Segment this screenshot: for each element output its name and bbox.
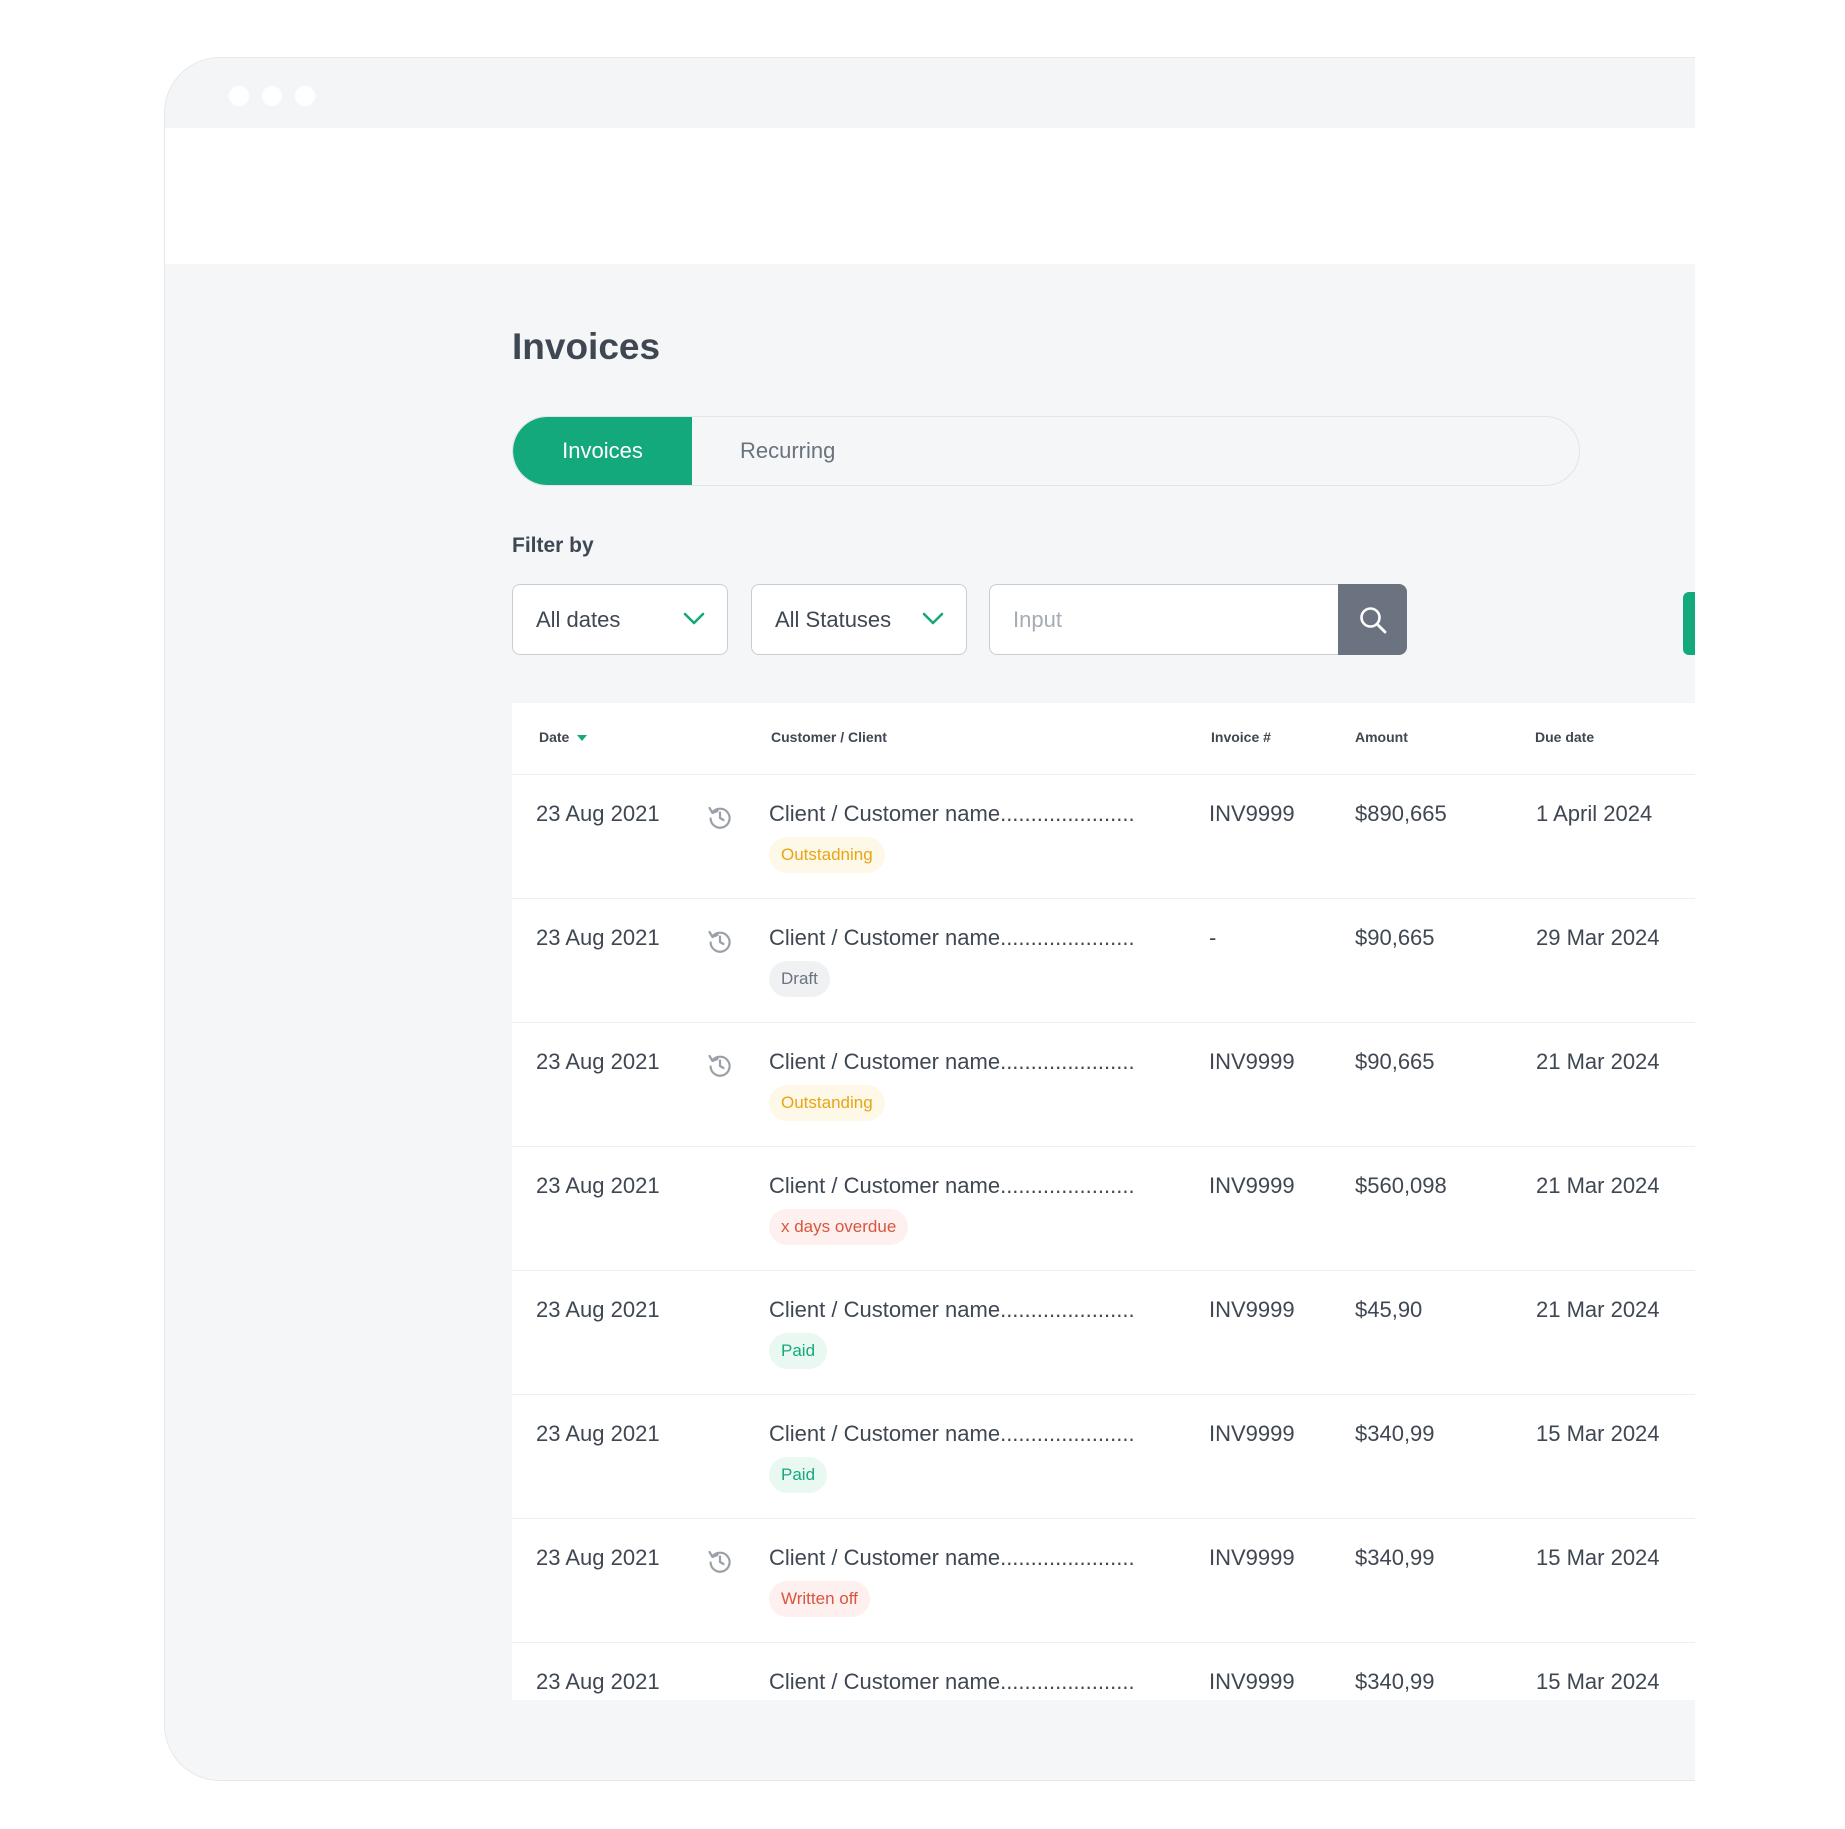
window-dot-icon[interactable]: [295, 86, 315, 106]
dates-dropdown-value: All dates: [536, 606, 621, 632]
row-client[interactable]: Client / Customer name..................…: [769, 1173, 1135, 1199]
history-icon[interactable]: [706, 803, 734, 831]
row-due-date: 1 April 2024: [1536, 801, 1653, 826]
row-invoice-number: INV9999: [1209, 1669, 1295, 1694]
search-input[interactable]: [989, 584, 1339, 655]
column-header-label: Date: [539, 729, 570, 745]
row-amount: $560,098: [1355, 1173, 1447, 1198]
row-amount: $340,99: [1355, 1669, 1435, 1694]
row-invoice-number: INV9999: [1209, 1545, 1295, 1570]
row-date: 23 Aug 2021: [536, 1173, 660, 1198]
row-date: 23 Aug 2021: [536, 1669, 660, 1694]
tab-recurring[interactable]: Recurring: [740, 417, 835, 485]
column-header-due-date[interactable]: Due date: [1535, 729, 1594, 745]
status-badge: Outstanding: [769, 1085, 885, 1121]
search-icon: [1359, 606, 1386, 633]
status-badge: Paid: [769, 1457, 828, 1493]
new-invoice-button[interactable]: [1683, 592, 1695, 655]
status-badge: x days overdue: [769, 1209, 909, 1245]
view-tabs: Invoices Recurring: [512, 416, 1580, 486]
table-row[interactable]: 23 Aug 2021 Client / Customer name.......…: [512, 1147, 1695, 1271]
row-client[interactable]: Client / Customer name..................…: [769, 1545, 1135, 1571]
row-date: 23 Aug 2021: [536, 1297, 660, 1322]
invoices-table: Date Customer / Client Invoice # Amount …: [512, 703, 1695, 1700]
row-date: 23 Aug 2021: [536, 1049, 660, 1074]
column-header-invoice[interactable]: Invoice #: [1211, 729, 1271, 745]
search-button[interactable]: [1338, 584, 1407, 655]
status-badge: Paid: [769, 1333, 828, 1369]
main-content: Invoices Invoices Recurring Filter by Al…: [165, 264, 1695, 1780]
window-dot-icon[interactable]: [262, 86, 282, 106]
sort-descending-icon: [577, 735, 588, 742]
table-row[interactable]: 23 Aug 2021 Client / Customer name.......…: [512, 1023, 1695, 1147]
history-icon[interactable]: [706, 1051, 734, 1079]
row-due-date: 21 Mar 2024: [1536, 1297, 1660, 1322]
row-date: 23 Aug 2021: [536, 1421, 660, 1446]
top-navigation-area: [165, 128, 1695, 264]
row-invoice-number: INV9999: [1209, 1049, 1295, 1074]
row-client[interactable]: Client / Customer name..................…: [769, 1669, 1135, 1695]
row-amount: $340,99: [1355, 1421, 1435, 1446]
row-invoice-number: -: [1209, 925, 1217, 950]
statuses-dropdown[interactable]: All Statuses: [751, 584, 967, 655]
row-invoice-number: INV9999: [1209, 1421, 1295, 1446]
row-due-date: 29 Mar 2024: [1536, 925, 1660, 950]
page-title: Invoices: [512, 326, 661, 367]
status-badge: Outstadning: [769, 837, 885, 873]
row-date: 23 Aug 2021: [536, 1545, 660, 1570]
row-amount: $45,90: [1355, 1297, 1423, 1322]
row-client[interactable]: Client / Customer name..................…: [769, 1421, 1135, 1447]
tab-invoices[interactable]: Invoices: [513, 417, 692, 485]
row-date: 23 Aug 2021: [536, 925, 660, 950]
row-amount: $890,665: [1355, 801, 1447, 826]
status-badge: Written off: [769, 1581, 870, 1617]
statuses-dropdown-value: All Statuses: [775, 606, 892, 632]
row-due-date: 21 Mar 2024: [1536, 1173, 1660, 1198]
chevron-down-icon: [922, 612, 944, 625]
row-client[interactable]: Client / Customer name..................…: [769, 1049, 1135, 1075]
filter-label: Filter by: [512, 534, 594, 557]
chevron-down-icon: [683, 612, 705, 625]
row-client[interactable]: Client / Customer name..................…: [769, 801, 1135, 827]
window-titlebar: [165, 58, 1695, 128]
row-amount: $90,665: [1355, 925, 1435, 950]
column-header-date[interactable]: Date: [539, 729, 588, 745]
table-row[interactable]: 23 Aug 2021 Client / Customer name.......…: [512, 1271, 1695, 1395]
row-due-date: 15 Mar 2024: [1536, 1669, 1660, 1694]
row-amount: $90,665: [1355, 1049, 1435, 1074]
table-row[interactable]: 23 Aug 2021 Client / Customer name.......…: [512, 1643, 1695, 1700]
column-header-amount[interactable]: Amount: [1355, 729, 1408, 745]
search-box: [989, 584, 1407, 655]
row-date: 23 Aug 2021: [536, 801, 660, 826]
history-icon[interactable]: [706, 927, 734, 955]
table-row[interactable]: 23 Aug 2021 Client / Customer name.......…: [512, 1395, 1695, 1519]
row-due-date: 21 Mar 2024: [1536, 1049, 1660, 1074]
row-invoice-number: INV9999: [1209, 1173, 1295, 1198]
row-client[interactable]: Client / Customer name..................…: [769, 925, 1135, 951]
history-icon[interactable]: [706, 1547, 734, 1575]
window-dot-icon[interactable]: [229, 86, 249, 106]
table-row[interactable]: 23 Aug 2021 Client / Customer name.......…: [512, 775, 1695, 899]
row-invoice-number: INV9999: [1209, 1297, 1295, 1322]
row-client[interactable]: Client / Customer name..................…: [769, 1297, 1135, 1323]
table-row[interactable]: 23 Aug 2021 Client / Customer name.......…: [512, 1519, 1695, 1643]
row-due-date: 15 Mar 2024: [1536, 1545, 1660, 1570]
dates-dropdown[interactable]: All dates: [512, 584, 728, 655]
row-due-date: 15 Mar 2024: [1536, 1421, 1660, 1446]
row-invoice-number: INV9999: [1209, 801, 1295, 826]
table-row[interactable]: 23 Aug 2021 Client / Customer name.......…: [512, 899, 1695, 1023]
column-header-client[interactable]: Customer / Client: [771, 729, 887, 745]
row-amount: $340,99: [1355, 1545, 1435, 1570]
browser-window: Invoices Invoices Recurring Filter by Al…: [164, 57, 1695, 1781]
table-header: Date Customer / Client Invoice # Amount …: [512, 703, 1695, 775]
status-badge: Draft: [769, 961, 830, 997]
